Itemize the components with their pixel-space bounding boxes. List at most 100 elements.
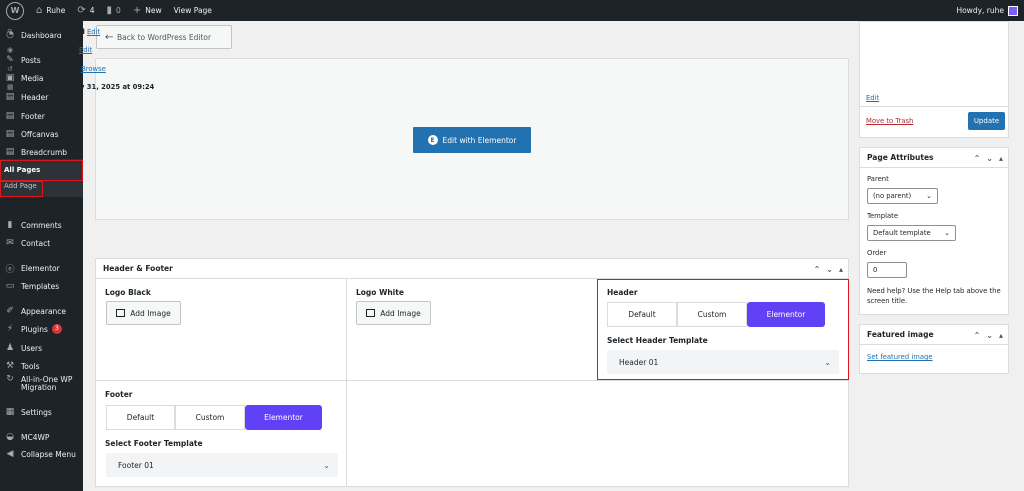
sidebar-item-elementor[interactable]: ⓔ Elementor (0, 259, 83, 277)
logo-black-label: Logo Black (105, 288, 151, 297)
browse-revisions-link[interactable]: Browse (81, 65, 106, 73)
update-button[interactable]: Update (968, 112, 1005, 130)
sidebar-item-label: Contact (21, 238, 51, 248)
sidebar-item-templates[interactable]: ▭ Templates (0, 277, 83, 295)
sidebar-item-comments[interactable]: ▮ Comments (0, 216, 83, 234)
sidebar-item-settings[interactable]: ▦ Settings (0, 403, 83, 421)
sidebar-item-label: Footer (21, 111, 45, 121)
brush-icon: ✐ (6, 306, 14, 316)
add-image-white-button[interactable]: Add Image (356, 301, 431, 325)
sidebar-item-contact[interactable]: ✉ Contact (0, 234, 83, 252)
pin-icon: ✎ (6, 55, 14, 65)
sidebar-item-label: Comments (21, 220, 62, 230)
calendar-icon: ▦ (7, 83, 14, 91)
status-row: ⚲ Status: Published Edit (7, 28, 101, 36)
sidebar-item-label: Offcanvas (21, 129, 59, 139)
footer-custom-option[interactable]: Custom (175, 405, 245, 430)
user-icon: ♟ (5, 343, 15, 353)
sidebar-item-label: Posts (21, 55, 41, 65)
comment-icon: ▮ (7, 220, 13, 230)
home-icon: ⌂ (36, 5, 43, 16)
sidebar-item-label: Plugins (21, 324, 48, 334)
chevron-down-icon[interactable]: ⌄ (986, 331, 993, 340)
site-name-link[interactable]: ⌂ Ruhe (30, 0, 71, 21)
comment-icon: ▮ (106, 5, 113, 16)
footer-label: Footer (105, 390, 133, 399)
metabox-header: Header & Footer ⌃ ⌄ ▴ (96, 259, 848, 279)
footer-elementor-option[interactable]: Elementor (245, 405, 322, 430)
chevron-down-icon: ⌄ (926, 192, 932, 200)
sidebar-item-migration[interactable]: Migration (0, 381, 83, 393)
chevron-down-icon[interactable]: ⌄ (986, 154, 993, 163)
sidebar-item-appearance[interactable]: ✐ Appearance (0, 302, 83, 320)
image-icon (116, 309, 126, 317)
chevron-up-icon[interactable]: ⌃ (814, 265, 821, 274)
sidebar-item-label: Header (21, 92, 49, 102)
mail-icon: ✉ (6, 238, 14, 248)
image-icon (366, 309, 376, 317)
set-featured-image-link[interactable]: Set featured image (867, 353, 933, 361)
sidebar-item-offcanvas[interactable]: ▤ Offcanvas (0, 125, 83, 143)
sidebar-item-footer[interactable]: ▤ Footer (0, 107, 83, 125)
plug-icon: ⚡ (6, 324, 14, 334)
page-icon: ▤ (5, 92, 15, 102)
divider (346, 279, 347, 486)
move-to-trash-link[interactable]: Move to Trash (866, 117, 913, 125)
add-image-black-button[interactable]: Add Image (106, 301, 181, 325)
divider (860, 106, 1008, 107)
template-label: Template (867, 212, 899, 220)
sidebar-item-label: Collapse Menu (21, 449, 76, 459)
parent-select[interactable]: (no parent) ⌄ (867, 188, 938, 204)
chevron-down-icon[interactable]: ⌄ (826, 265, 833, 274)
updates-link[interactable]: ⟳ 4 (71, 0, 100, 21)
admin-bar: W ⌂ Ruhe ⟳ 4 ▮ 0 + New View Page Howdy, ruhe (0, 0, 1024, 21)
plugins-update-badge: 3 (51, 324, 62, 334)
metabox-header: Page Attributes ⌃ ⌄ ▴ (860, 148, 1008, 168)
mc4wp-icon: ◒ (6, 432, 14, 442)
sidebar-item-label: Elementor (21, 263, 60, 273)
plus-icon: + (132, 5, 142, 16)
edit-visibility-link[interactable]: Edit (79, 46, 92, 54)
my-account[interactable]: Howdy, ruhe (956, 5, 1024, 16)
sidebar-item-users[interactable]: ♟ Users (0, 339, 83, 357)
sidebar-item-label: Settings (21, 407, 52, 417)
footer-type-toggle: Default Custom Elementor (106, 405, 322, 430)
folder-icon: ▭ (5, 281, 15, 291)
edit-date-link[interactable]: Edit (866, 94, 879, 102)
divider (96, 380, 848, 381)
footer-default-option[interactable]: Default (106, 405, 175, 430)
wordpress-logo-button[interactable]: W (0, 0, 30, 21)
page-icon: ▤ (5, 111, 15, 121)
order-input[interactable]: 0 (867, 262, 907, 278)
chevron-up-icon[interactable]: ⌃ (974, 154, 981, 163)
sidebar-item-collapse-menu[interactable]: ◀ Collapse Menu (0, 445, 83, 463)
sidebar-item-label: Templates (21, 281, 60, 291)
sidebar-item-label: Users (21, 343, 43, 353)
sidebar-item-label: MC4WP (21, 432, 50, 442)
toggle-arrow-icon[interactable]: ▴ (999, 331, 1003, 340)
edit-with-elementor-button[interactable]: E Edit with Elementor (413, 127, 531, 153)
chevron-down-icon: ⌄ (323, 460, 330, 470)
sidebar-item-label: Migration (21, 382, 57, 392)
new-content-link[interactable]: + New (127, 0, 168, 21)
collapse-icon: ◀ (6, 449, 14, 459)
toggle-arrow-icon[interactable]: ▴ (999, 154, 1003, 163)
toggle-arrow-icon[interactable]: ▴ (839, 265, 843, 274)
select-footer-template-label: Select Footer Template (105, 439, 203, 448)
featured-image-metabox: Featured image ⌃ ⌄ ▴ (859, 324, 1009, 374)
back-to-editor-button[interactable]: ← Back to WordPress Editor (96, 25, 232, 49)
comments-link[interactable]: ▮ 0 (101, 0, 127, 21)
page-icon: ▤ (5, 147, 15, 157)
highlight-pages (0, 160, 83, 181)
sidebar-item-label: Media (21, 73, 44, 83)
pin-icon: ⚲ (7, 28, 13, 36)
edit-status-link[interactable]: Edit (87, 28, 100, 36)
sidebar-item-plugins[interactable]: ⚡ Plugins 3 (0, 320, 83, 338)
view-page-link[interactable]: View Page (168, 0, 218, 21)
footer-template-select[interactable]: Footer 01 ⌄ (106, 453, 338, 477)
template-select[interactable]: Default template ⌄ (867, 225, 956, 241)
chevron-up-icon[interactable]: ⌃ (974, 331, 981, 340)
order-label: Order (867, 249, 887, 257)
arrow-left-icon: ← (105, 31, 114, 43)
sidebar-item-mc4wp[interactable]: ◒ MC4WP (0, 428, 83, 446)
